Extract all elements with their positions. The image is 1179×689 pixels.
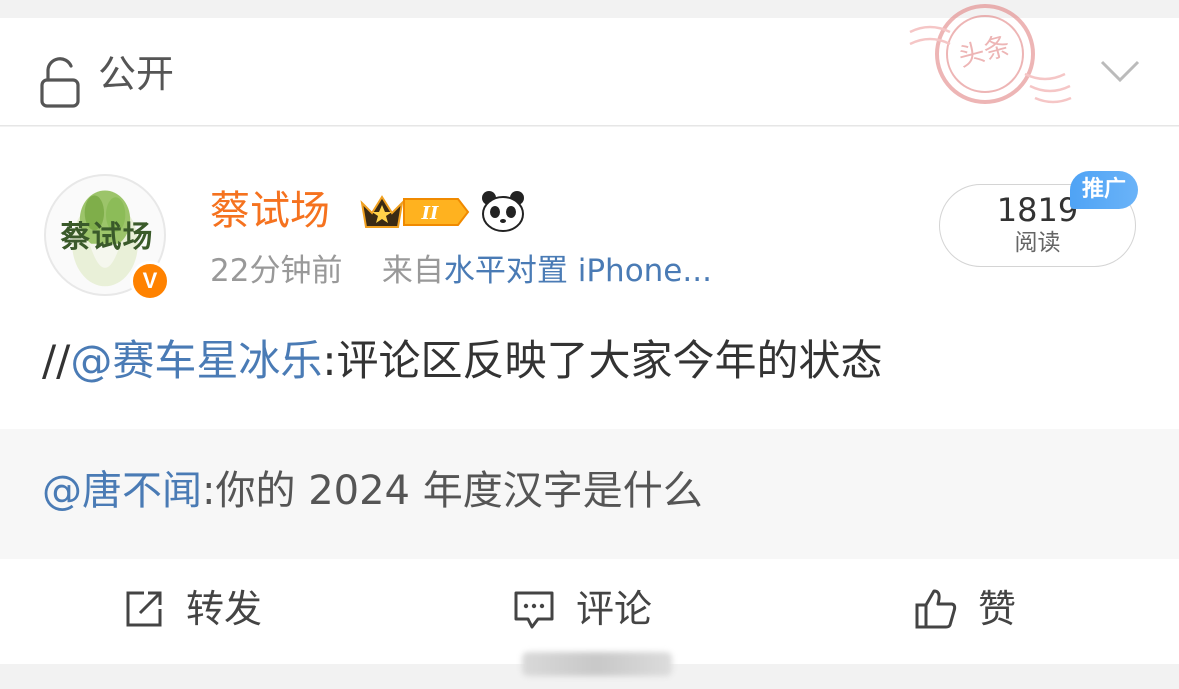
post-card[interactable]: 蔡试场 V 蔡试场 II 22分钟前 来自水平对置 iPhone... 1819… (0, 127, 1179, 559)
repost-button[interactable]: 转发 (122, 581, 262, 637)
stamp-text: 头条 (955, 31, 1013, 73)
post-body: :评论区反映了大家今年的状态 (322, 336, 883, 385)
like-label: 赞 (978, 587, 1017, 631)
avatar-text: 蔡试场 (60, 220, 154, 255)
comment-icon (514, 591, 554, 629)
lock-open-icon (40, 57, 80, 108)
headline-stamp-icon: 头条 (909, 4, 1072, 104)
thumbs-up-icon (915, 589, 957, 629)
comment-label: 评论 (576, 587, 653, 631)
source-link[interactable]: 水平对置 iPhone... (444, 253, 712, 289)
post-text: //@赛车星冰乐:评论区反映了大家今年的状态 (42, 333, 882, 389)
quoted-post[interactable]: @唐不闻:你的 2024 年度汉字是什么 (0, 429, 1179, 559)
source-prefix: 来自 (381, 253, 444, 289)
chevron-down-icon[interactable] (1098, 56, 1142, 86)
comment-button[interactable]: 评论 (512, 581, 652, 637)
author-name[interactable]: 蔡试场 (210, 185, 330, 237)
quoted-body: :你的 2024 年度汉字是什么 (202, 468, 703, 514)
like-button[interactable]: 赞 (914, 581, 1016, 637)
panda-icon (482, 191, 524, 232)
blurred-caption (522, 652, 672, 676)
mention-link[interactable]: @赛车星冰乐 (70, 336, 322, 385)
repost-label: 转发 (186, 587, 263, 631)
quoted-mention-link[interactable]: @唐不闻 (42, 468, 202, 514)
privacy-label: 公开 (98, 52, 175, 96)
repost-prefix: // (42, 336, 71, 385)
verified-badge: V (130, 261, 170, 301)
action-bar: 转发 评论 赞 (0, 559, 1179, 664)
post-meta: 22分钟前 来自水平对置 iPhone... (210, 251, 712, 291)
share-icon (126, 591, 162, 627)
post-time: 22分钟前 (210, 253, 343, 289)
crown-badge-icon[interactable]: II (358, 191, 472, 233)
level-label: II (421, 203, 439, 224)
quoted-text: @唐不闻:你的 2024 年度汉字是什么 (42, 463, 703, 519)
promote-badge[interactable]: 推广 (1070, 171, 1138, 209)
read-label: 阅读 (1014, 230, 1061, 256)
